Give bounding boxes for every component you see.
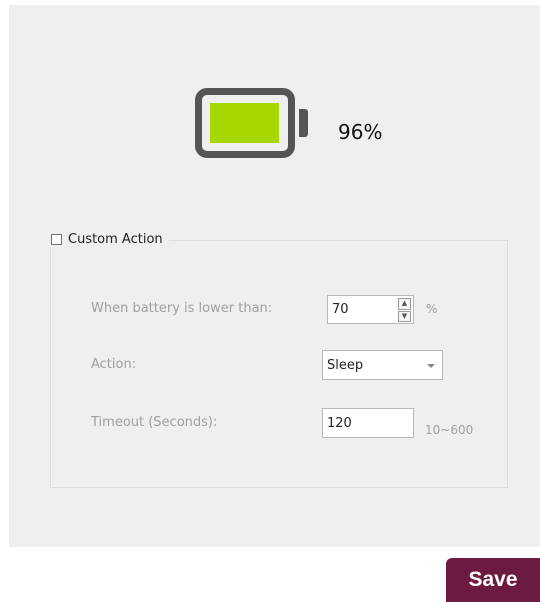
timeout-input[interactable]: 120 (322, 408, 414, 438)
timeout-label: Timeout (Seconds): (91, 415, 218, 430)
threshold-spinner: ▲ ▼ (398, 298, 411, 322)
spin-down-icon[interactable]: ▼ (398, 310, 411, 322)
threshold-spinbox[interactable]: 70 ▲ ▼ (327, 295, 414, 324)
battery-icon (195, 88, 325, 166)
spin-up-icon[interactable]: ▲ (398, 298, 411, 310)
threshold-value: 70 (332, 302, 349, 317)
action-label: Action: (91, 357, 137, 372)
battery-terminal (299, 109, 308, 137)
battery-level-fill (210, 103, 279, 143)
threshold-label: When battery is lower than: (91, 301, 273, 316)
timeout-range-hint: 10~600 (425, 423, 474, 437)
action-selected-value: Sleep (327, 357, 364, 373)
custom-action-label: Custom Action (68, 232, 163, 247)
save-button[interactable]: Save (446, 558, 540, 602)
battery-percentage: 96% (338, 120, 383, 144)
action-select[interactable]: Sleep (322, 350, 443, 380)
custom-action-checkbox[interactable] (51, 234, 62, 245)
battery-body (195, 88, 295, 158)
custom-action-header[interactable]: Custom Action (47, 232, 169, 247)
threshold-unit: % (426, 302, 438, 316)
timeout-value: 120 (327, 415, 352, 431)
chevron-down-icon (427, 364, 435, 368)
